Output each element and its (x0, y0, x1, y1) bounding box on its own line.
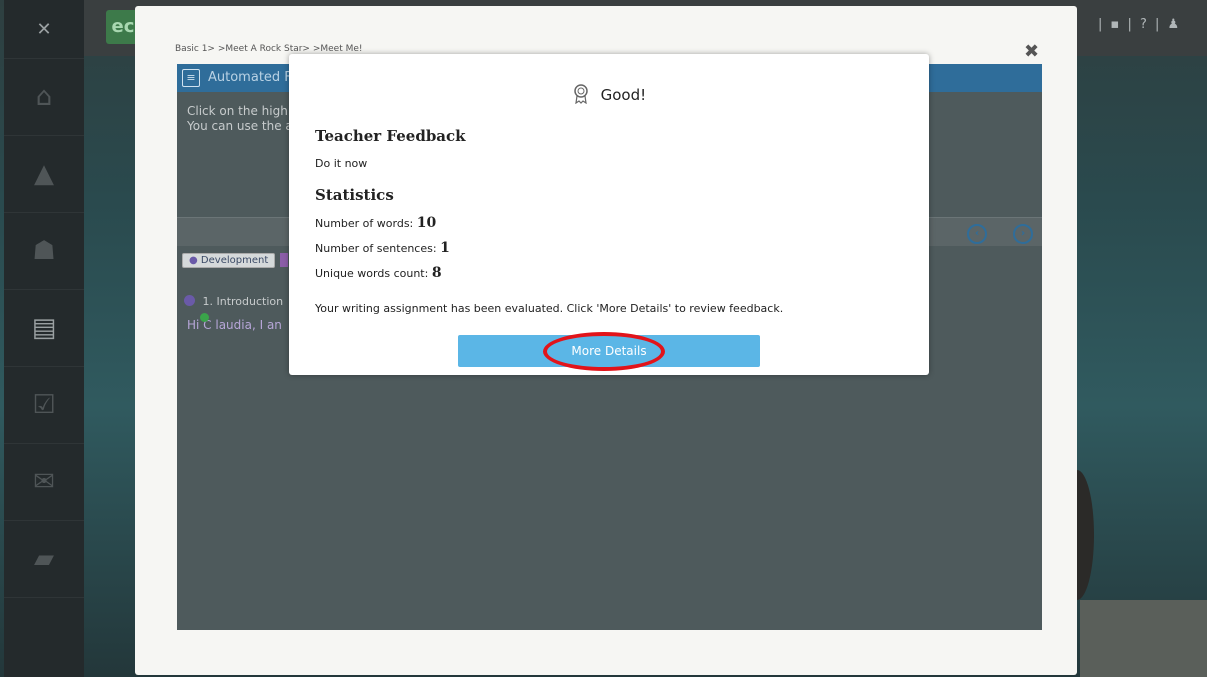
award-badge-icon (574, 84, 588, 104)
stat-words: Number of words: 10 (315, 215, 436, 231)
next-arrow-icon[interactable]: › (1013, 224, 1033, 244)
development-tag[interactable]: ● Development (182, 253, 276, 268)
stat-unique-label: Unique words count: (315, 267, 429, 280)
breadcrumb: Basic 1> >Meet A Rock Star> >Meet Me! (175, 44, 363, 54)
stat-words-value: 10 (416, 215, 437, 231)
section-introduction[interactable]: 1. Introduction (184, 295, 283, 308)
evaluation-message: Your writing assignment has been evaluat… (315, 302, 784, 315)
mail-icon[interactable]: ✉ (4, 443, 84, 521)
instruction-line: Click on the highli (187, 104, 295, 118)
close-icon[interactable]: ✕ (4, 0, 84, 59)
teacher-feedback-heading: Teacher Feedback (315, 127, 466, 145)
modal-title-text: Good! (600, 86, 647, 104)
clipboard-icon[interactable]: ▤ (4, 289, 84, 367)
instructions: Click on the highli You can use the a (187, 104, 295, 134)
development-tag-label: Development (200, 255, 269, 266)
group-icon[interactable]: ☗ (4, 212, 84, 290)
home-icon[interactable]: ⌂ (4, 58, 84, 136)
stat-unique: Unique words count: 8 (315, 265, 442, 281)
top-right-controls[interactable]: | ▪ | ? | ♟ (1098, 17, 1181, 32)
section-label: 1. Introduction (202, 295, 284, 308)
graduation-cap-icon[interactable]: ▲ (4, 135, 84, 213)
highlight-circle (543, 332, 665, 371)
section-icon (184, 295, 195, 306)
stat-words-label: Number of words: (315, 217, 414, 230)
close-icon[interactable]: ✖ (1024, 41, 1039, 62)
stat-sentences-value: 1 (440, 240, 450, 256)
tag-icon: ● (189, 255, 198, 266)
sidebar: ✕ ⌂ ▲ ☗ ▤ ☑ ✉ ▰ (4, 0, 84, 677)
pin-icon[interactable] (200, 313, 209, 322)
feedback-modal: Good! Teacher Feedback Do it now Statist… (289, 54, 929, 375)
instruction-line: You can use the a (187, 119, 293, 133)
stat-sentences-label: Number of sentences: (315, 242, 437, 255)
task-icon[interactable]: ☑ (4, 366, 84, 444)
activity-title: Automated F (208, 70, 292, 85)
statistics-heading: Statistics (315, 186, 394, 204)
previous-arrow-icon[interactable]: ‹ (967, 224, 987, 244)
stat-sentences: Number of sentences: 1 (315, 240, 450, 256)
background-sand (1080, 600, 1207, 677)
stat-unique-value: 8 (431, 265, 442, 281)
book-icon[interactable]: ▰ (4, 520, 84, 598)
menu-icon[interactable]: ≡ (182, 69, 200, 87)
modal-title: Good! (289, 84, 929, 104)
teacher-feedback-text: Do it now (315, 157, 368, 170)
tag-overflow (280, 253, 288, 267)
